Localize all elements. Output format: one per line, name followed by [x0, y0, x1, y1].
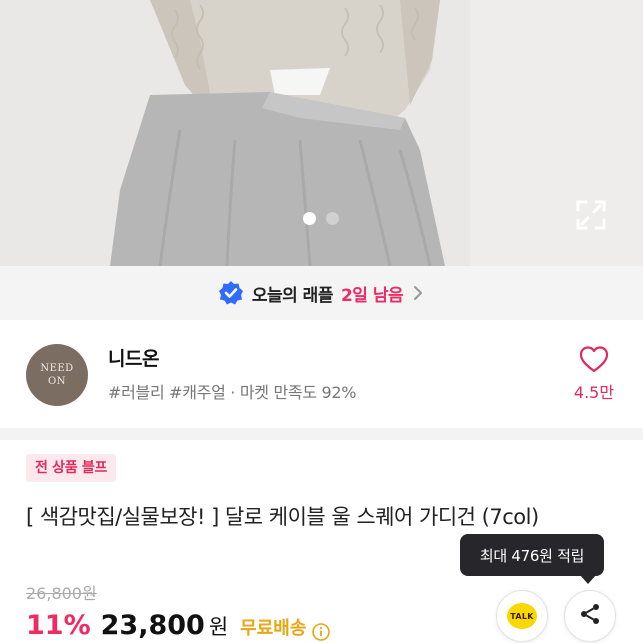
raffle-days-left: 2일 남음 — [340, 285, 404, 306]
sale-price: 23,800 — [100, 610, 205, 641]
shop-avatar[interactable]: NEED ON — [26, 344, 88, 406]
info-icon[interactable] — [312, 623, 331, 641]
shop-info[interactable]: NEED ON 니드온 #러블리 #캐주얼 · 마켓 만족도 92% 4.5만 — [0, 320, 643, 428]
discount-rate: 11% — [26, 610, 91, 641]
shop-name[interactable]: 니드온 — [108, 344, 159, 371]
like-count: 4.5만 — [573, 383, 615, 402]
promo-badge: 전 상품 블프 — [26, 454, 117, 482]
carousel-dot-active[interactable] — [303, 212, 316, 225]
kakaotalk-icon: TALK — [507, 603, 537, 629]
kakaotalk-label: TALK — [510, 611, 534, 621]
heart-icon[interactable] — [578, 344, 610, 374]
currency-unit: 원 — [208, 615, 229, 639]
verified-check-icon — [218, 280, 244, 306]
original-price: 26,800원 — [26, 584, 97, 603]
chevron-right-icon — [411, 283, 425, 303]
free-shipping-label: 무료배송 — [240, 618, 307, 639]
avatar-text-line2: ON — [48, 376, 66, 387]
product-title: [ 색감맛집/실물보장! ] 달로 케이블 울 스퀘어 가디건 (7col) — [26, 505, 539, 529]
section-divider — [0, 428, 643, 440]
tooltip-arrow — [580, 575, 596, 584]
carousel-dot[interactable] — [326, 212, 339, 225]
product-image-carousel[interactable] — [0, 0, 643, 266]
kakaotalk-button[interactable]: TALK — [496, 590, 548, 642]
share-icon — [578, 602, 602, 630]
share-button[interactable] — [564, 590, 616, 642]
product-detail-page: 오늘의 래플 2일 남음 NEED ON 니드온 #러블리 #캐주얼 · 마켓 … — [0, 0, 643, 643]
shop-tags: #러블리 #캐주얼 · 마켓 만족도 92% — [108, 383, 357, 402]
raffle-banner[interactable]: 오늘의 래플 2일 남음 — [0, 266, 643, 320]
price-row: 11% 23,800 원 무료배송 — [26, 610, 331, 643]
raffle-label: 오늘의 래플 — [251, 285, 334, 306]
avatar-text-line1: NEED — [40, 363, 74, 374]
product-photo — [0, 0, 643, 266]
points-tooltip: 최대 476원 적립 — [460, 534, 604, 576]
expand-icon[interactable] — [574, 198, 608, 232]
